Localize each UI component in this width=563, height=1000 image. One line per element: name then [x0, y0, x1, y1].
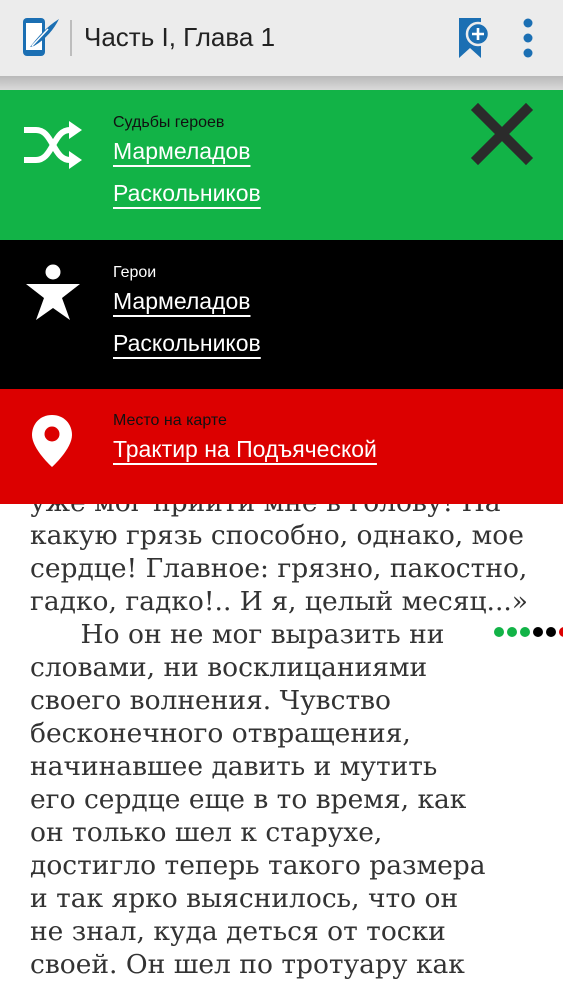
page-title: Часть I, Глава 1 — [84, 22, 276, 52]
marker-dot — [533, 627, 543, 637]
text-line: начинавшее давить и мутить — [30, 751, 438, 782]
close-button[interactable] — [470, 102, 534, 166]
annotation-markers[interactable] — [494, 627, 563, 637]
text-line: его сердце еще в то время, как — [30, 784, 467, 815]
place-link-tavern[interactable]: Трактир на Подъяческой — [113, 436, 377, 463]
text-line: гадко, гадко!.. И я, целый месяц...» — [30, 586, 529, 617]
fate-link-raskolnikov[interactable]: Раскольников — [113, 180, 261, 207]
panel-label: Герои — [113, 264, 157, 281]
add-bookmark-button[interactable] — [456, 16, 492, 60]
hero-link-raskolnikov[interactable]: Раскольников — [113, 330, 261, 357]
overflow-menu-button[interactable] — [518, 16, 538, 60]
close-icon — [470, 102, 534, 166]
text-line: Но он не мог выразить ни — [30, 619, 445, 650]
text-line: какую грязь способно, однако, мое — [30, 520, 524, 551]
text-line: своего волнения. Чувство — [30, 685, 391, 716]
more-vert-icon — [523, 18, 533, 58]
shuffle-icon — [22, 120, 84, 182]
text-line: достигло теперь такого размера — [30, 850, 486, 881]
bookmark-add-icon — [459, 18, 491, 58]
person-star-icon — [22, 264, 84, 326]
marker-dot — [559, 627, 563, 637]
marker-dot — [520, 627, 530, 637]
panel-hero-fates: Судьбы героев Мармеладов Раскольников — [0, 90, 563, 240]
map-pin-icon — [30, 413, 92, 475]
panel-label: Место на карте — [113, 412, 227, 429]
appbar-shadow — [0, 76, 563, 90]
text-line: не знал, куда деться от тоски — [30, 916, 446, 947]
appbar-divider — [70, 20, 72, 56]
text-line: он только шел к старухе, — [30, 817, 383, 848]
text-line: словами, ни восклицаниями — [30, 652, 428, 683]
panel-label: Судьбы героев — [113, 114, 225, 131]
app-logo-icon[interactable] — [22, 17, 60, 57]
app-bar: Часть I, Глава 1 — [0, 0, 563, 76]
hero-link-marmeladov[interactable]: Мармеладов — [113, 288, 250, 315]
marker-dot — [494, 627, 504, 637]
text-line: и так ярко выяснилось, что он — [30, 883, 459, 914]
panel-heroes: Герои Мармеладов Раскольников — [0, 240, 563, 389]
text-line: своей. Он шел по тротуару как — [30, 949, 465, 980]
text-line: сердце! Главное: грязно, пакостно, — [30, 553, 528, 584]
fate-link-marmeladov[interactable]: Мармеладов — [113, 138, 250, 165]
panel-map-location: Место на карте Трактир на Подъяческой — [0, 389, 563, 504]
reader-text: уже мог прийти мне в голову! На какую гр… — [30, 486, 550, 981]
marker-dot — [507, 627, 517, 637]
marker-dot — [546, 627, 556, 637]
text-line: бесконечного отвращения, — [30, 718, 411, 749]
